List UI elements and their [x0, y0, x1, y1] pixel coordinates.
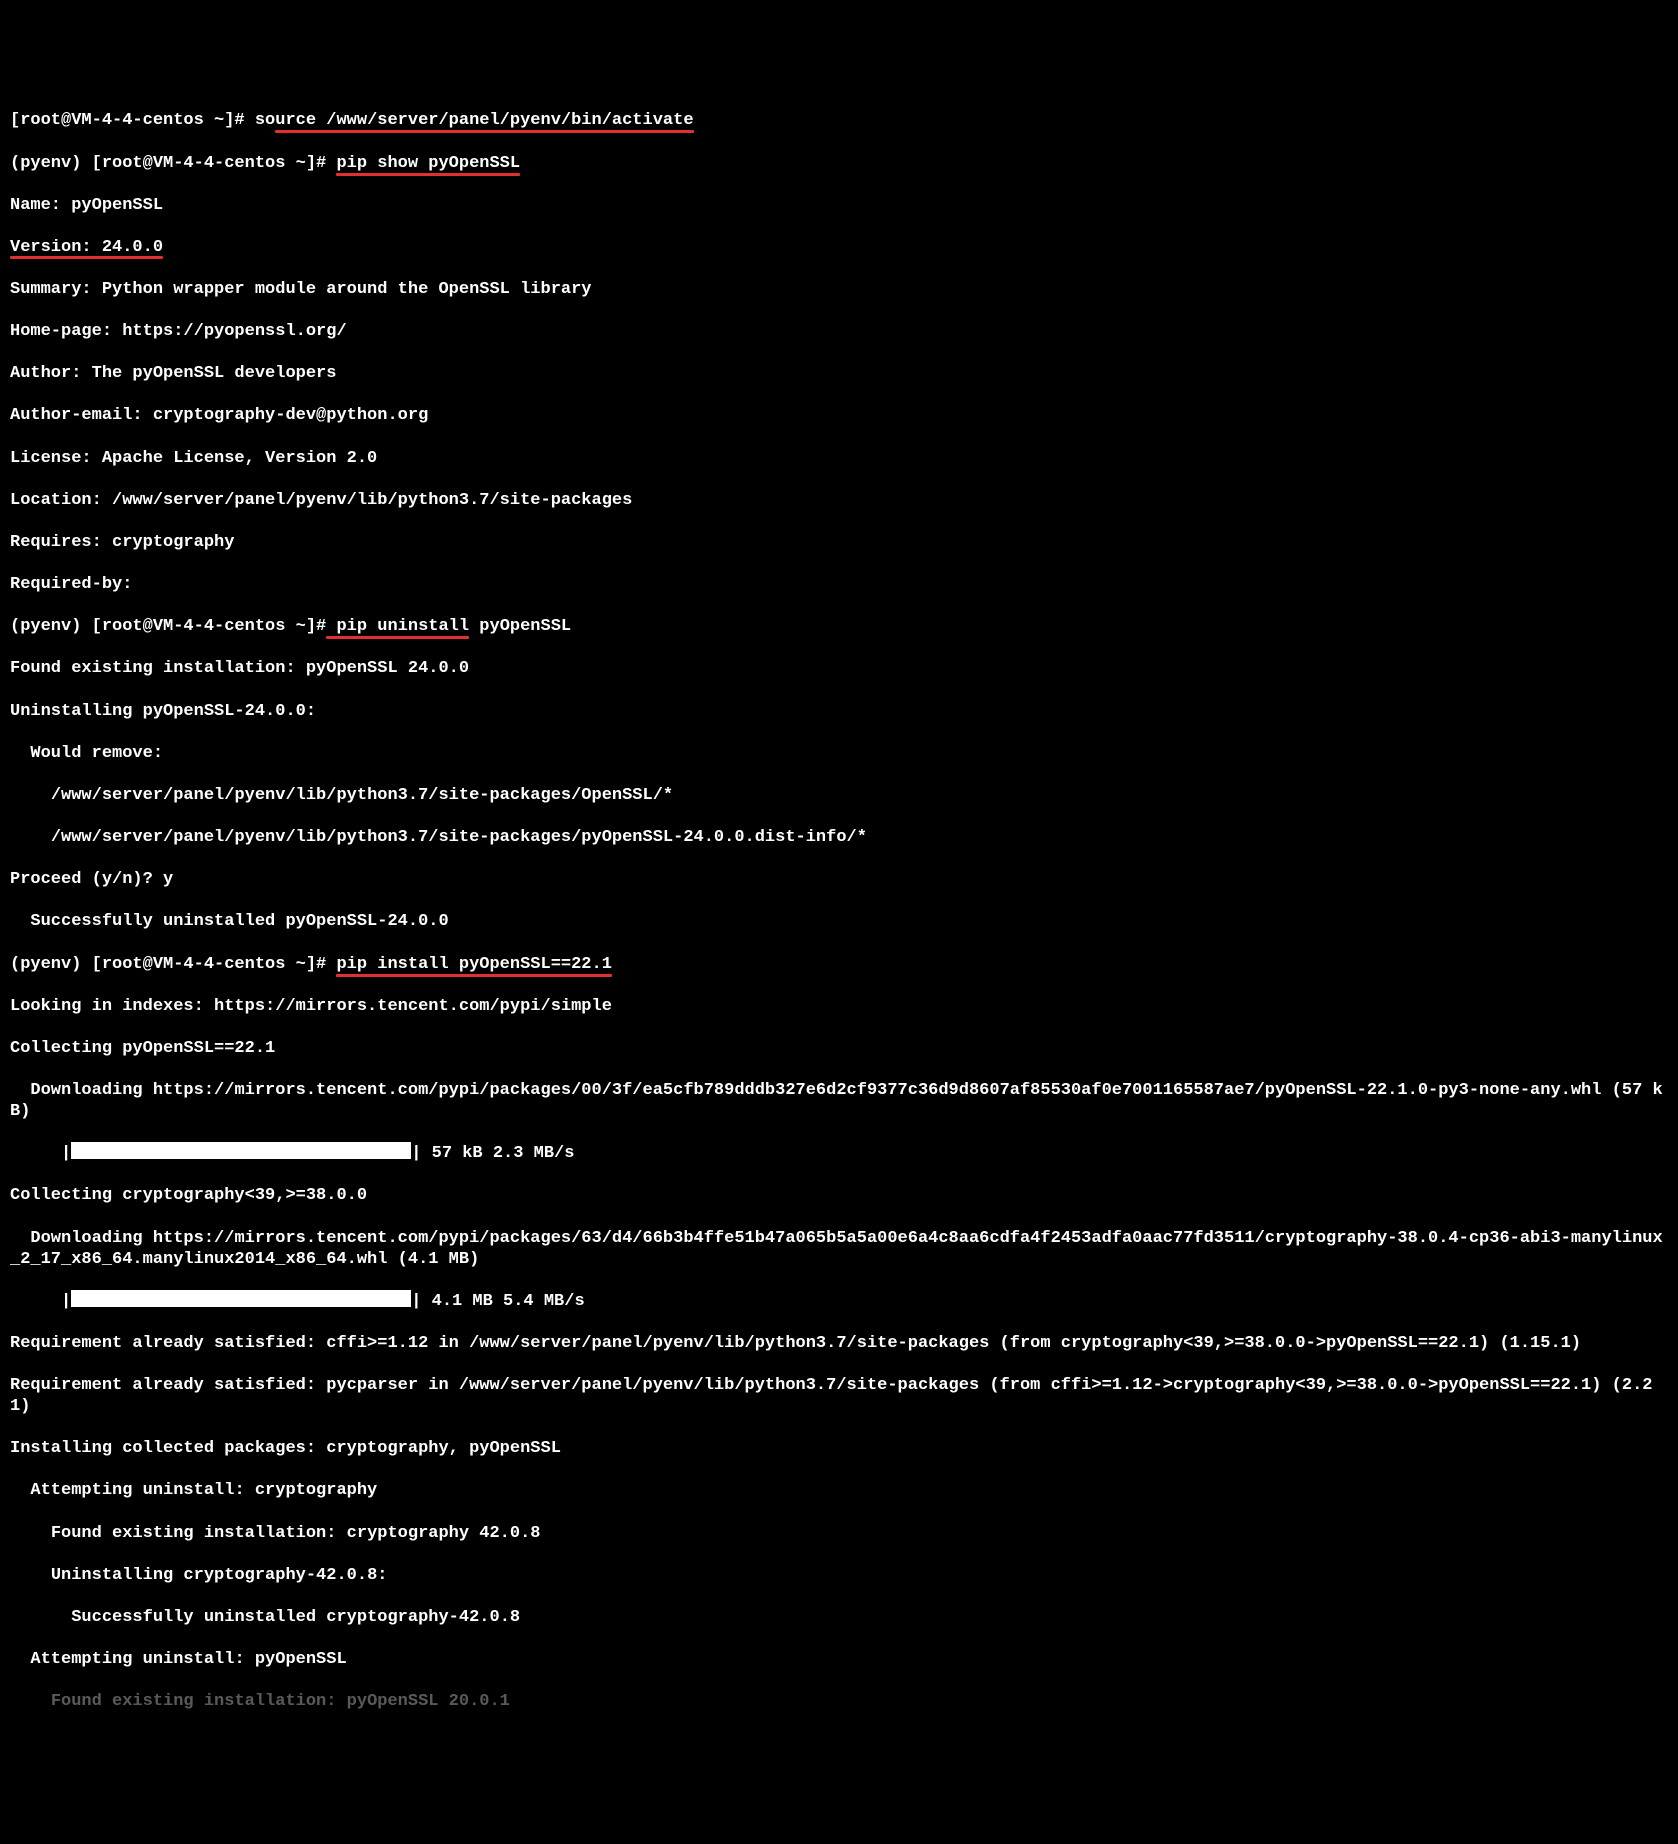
output-line: Successfully uninstalled pyOpenSSL-24.0.… [10, 911, 1668, 932]
progress-bar [71, 1290, 411, 1307]
output-line: Downloading https://mirrors.tencent.com/… [10, 1228, 1668, 1270]
command-pip-uninstall: pip uninstall [326, 616, 469, 637]
output-line: | 4.1 MB 5.4 MB/s [411, 1292, 584, 1311]
output-line: Author-email: cryptography-dev@python.or… [10, 405, 1668, 426]
output-line: Uninstalling pyOpenSSL-24.0.0: [10, 701, 1668, 722]
output-line: Found existing installation: pyOpenSSL 2… [10, 658, 1668, 679]
output-line: Collecting cryptography<39,>=38.0.0 [10, 1185, 1668, 1206]
output-line: Found existing installation: pyOpenSSL 2… [10, 1691, 1668, 1712]
output-line: Successfully uninstalled cryptography-42… [10, 1607, 1668, 1628]
output-line: License: Apache License, Version 2.0 [10, 448, 1668, 469]
output-line: /www/server/panel/pyenv/lib/python3.7/si… [10, 827, 1668, 848]
output-line: | [10, 1292, 71, 1311]
output-line: Requirement already satisfied: pycparser… [10, 1375, 1668, 1417]
output-line: /www/server/panel/pyenv/lib/python3.7/si… [10, 785, 1668, 806]
prompt: [root@VM-4-4-centos ~]# [10, 111, 255, 130]
terminal-output[interactable]: [root@VM-4-4-centos ~]# source /www/serv… [10, 89, 1668, 1733]
output-line: Summary: Python wrapper module around th… [10, 279, 1668, 300]
command-pip-show: pip show pyOpenSSL [336, 153, 520, 174]
prompt: (pyenv) [root@VM-4-4-centos ~]# [10, 955, 336, 974]
output-line: Uninstalling cryptography-42.0.8: [10, 1565, 1668, 1586]
output-line: Attempting uninstall: pyOpenSSL [10, 1649, 1668, 1670]
output-line: | 57 kB 2.3 MB/s [411, 1144, 574, 1163]
prompt: (pyenv) [root@VM-4-4-centos ~]# [10, 617, 326, 636]
output-line: Attempting uninstall: cryptography [10, 1480, 1668, 1501]
output-line: Requires: cryptography [10, 532, 1668, 553]
progress-bar [71, 1142, 411, 1159]
command-source-activate: source /www/server/panel/pyenv/bin/activ… [255, 111, 694, 130]
output-line: Requirement already satisfied: cffi>=1.1… [10, 1333, 1668, 1354]
output-line: Location: /www/server/panel/pyenv/lib/py… [10, 490, 1668, 511]
output-line: Looking in indexes: https://mirrors.tenc… [10, 996, 1668, 1017]
command-pip-install: pip install pyOpenSSL==22.1 [336, 954, 611, 975]
output-line: Author: The pyOpenSSL developers [10, 363, 1668, 384]
command-arg: pyOpenSSL [469, 617, 571, 636]
output-version: Version: 24.0.0 [10, 237, 163, 258]
output-line: Proceed (y/n)? y [10, 869, 1668, 890]
prompt: (pyenv) [root@VM-4-4-centos ~]# [10, 154, 336, 173]
output-line: Installing collected packages: cryptogra… [10, 1438, 1668, 1459]
output-line: Required-by: [10, 574, 1668, 595]
output-line: Would remove: [10, 743, 1668, 764]
output-line: Name: pyOpenSSL [10, 195, 1668, 216]
output-line: Found existing installation: cryptograph… [10, 1523, 1668, 1544]
output-line: Home-page: https://pyopenssl.org/ [10, 321, 1668, 342]
output-line: | [10, 1144, 71, 1163]
output-line: Collecting pyOpenSSL==22.1 [10, 1038, 1668, 1059]
output-line: Downloading https://mirrors.tencent.com/… [10, 1080, 1668, 1122]
